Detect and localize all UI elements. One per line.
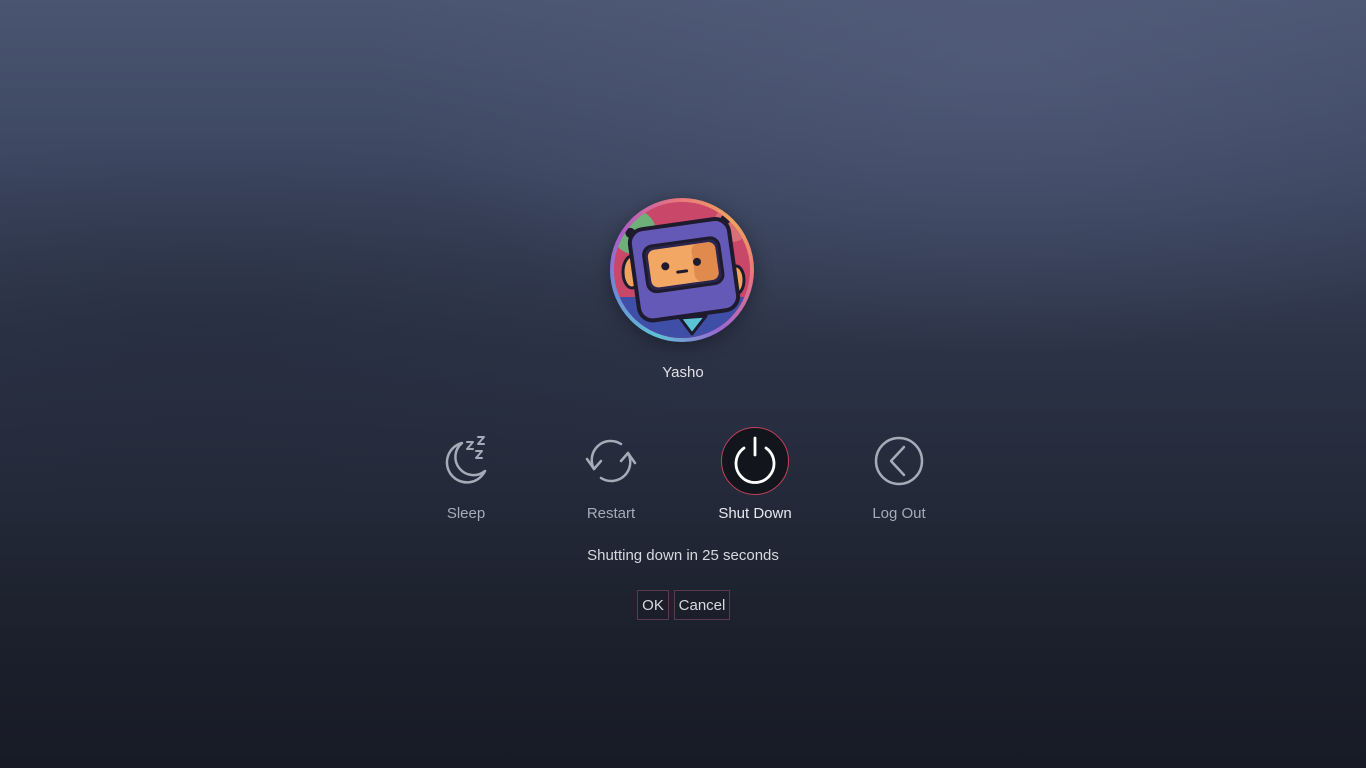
user-avatar — [610, 198, 754, 342]
power-dialog-screen: Yasho Sleep Restart Shut Down Log Out Sh… — [0, 0, 1366, 768]
shutdown-button[interactable]: Shut Down — [700, 426, 810, 522]
shutdown-label: Shut Down — [718, 505, 792, 522]
cancel-button[interactable]: Cancel — [674, 590, 730, 620]
sleep-moon-icon — [445, 436, 487, 484]
restart-button[interactable]: Restart — [556, 426, 666, 522]
logout-button[interactable]: Log Out — [844, 426, 954, 522]
logout-label: Log Out — [872, 505, 926, 522]
restart-icon — [585, 439, 637, 483]
sleep-icon-wrap — [431, 426, 501, 496]
logout-icon-wrap — [864, 426, 934, 496]
shutdown-icon-wrap — [721, 427, 789, 495]
ok-button[interactable]: OK — [637, 590, 669, 620]
restart-icon-wrap — [576, 426, 646, 496]
restart-label: Restart — [586, 505, 636, 522]
username-label: Yasho — [662, 364, 704, 381]
avatar-image — [614, 202, 750, 338]
robot-avatar-icon — [614, 202, 750, 338]
logout-arrow-icon — [874, 436, 924, 486]
sleep-label: Sleep — [446, 505, 486, 522]
sleep-button[interactable]: Sleep — [411, 426, 521, 522]
shutdown-countdown-text: Shutting down in 25 seconds — [587, 547, 779, 564]
power-icon — [734, 436, 776, 484]
